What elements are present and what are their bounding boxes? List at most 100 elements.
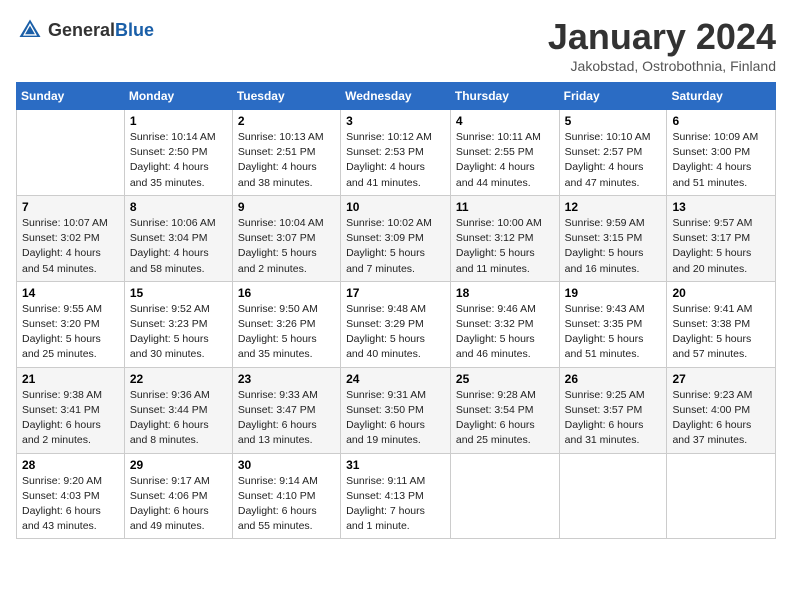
cell-info: Sunrise: 9:46 AM Sunset: 3:32 PM Dayligh…	[456, 302, 554, 363]
calendar-cell: 17 Sunrise: 9:48 AM Sunset: 3:29 PM Dayli…	[341, 281, 451, 367]
cell-info: Sunrise: 10:14 AM Sunset: 2:50 PM Daylig…	[130, 130, 227, 191]
cell-info: Sunrise: 9:28 AM Sunset: 3:54 PM Dayligh…	[456, 388, 554, 449]
calendar-cell	[17, 110, 125, 196]
day-number: 31	[346, 458, 445, 472]
cell-info: Sunrise: 9:38 AM Sunset: 3:41 PM Dayligh…	[22, 388, 119, 449]
cell-info: Sunrise: 10:00 AM Sunset: 3:12 PM Daylig…	[456, 216, 554, 277]
calendar-cell: 27 Sunrise: 9:23 AM Sunset: 4:00 PM Dayli…	[667, 367, 776, 453]
day-number: 4	[456, 114, 554, 128]
logo-text-blue: Blue	[115, 20, 154, 40]
cell-info: Sunrise: 9:31 AM Sunset: 3:50 PM Dayligh…	[346, 388, 445, 449]
cell-info: Sunrise: 10:10 AM Sunset: 2:57 PM Daylig…	[565, 130, 662, 191]
page-header: GeneralBlue January 2024 Jakobstad, Ostr…	[16, 16, 776, 74]
cell-info: Sunrise: 10:07 AM Sunset: 3:02 PM Daylig…	[22, 216, 119, 277]
calendar-cell: 6 Sunrise: 10:09 AM Sunset: 3:00 PM Dayli…	[667, 110, 776, 196]
calendar-cell: 7 Sunrise: 10:07 AM Sunset: 3:02 PM Dayli…	[17, 195, 125, 281]
cell-info: Sunrise: 9:33 AM Sunset: 3:47 PM Dayligh…	[238, 388, 335, 449]
cell-info: Sunrise: 9:52 AM Sunset: 3:23 PM Dayligh…	[130, 302, 227, 363]
calendar-cell: 21 Sunrise: 9:38 AM Sunset: 3:41 PM Dayli…	[17, 367, 125, 453]
calendar-cell: 24 Sunrise: 9:31 AM Sunset: 3:50 PM Dayli…	[341, 367, 451, 453]
day-number: 20	[672, 286, 770, 300]
calendar-cell: 23 Sunrise: 9:33 AM Sunset: 3:47 PM Dayli…	[232, 367, 340, 453]
cell-info: Sunrise: 9:59 AM Sunset: 3:15 PM Dayligh…	[565, 216, 662, 277]
weekday-header-tuesday: Tuesday	[232, 83, 340, 110]
cell-info: Sunrise: 10:02 AM Sunset: 3:09 PM Daylig…	[346, 216, 445, 277]
cell-info: Sunrise: 9:50 AM Sunset: 3:26 PM Dayligh…	[238, 302, 335, 363]
calendar-cell: 20 Sunrise: 9:41 AM Sunset: 3:38 PM Dayli…	[667, 281, 776, 367]
day-number: 23	[238, 372, 335, 386]
day-number: 8	[130, 200, 227, 214]
day-number: 14	[22, 286, 119, 300]
cell-info: Sunrise: 10:06 AM Sunset: 3:04 PM Daylig…	[130, 216, 227, 277]
title-block: January 2024 Jakobstad, Ostrobothnia, Fi…	[548, 16, 776, 74]
logo-text-general: General	[48, 20, 115, 40]
location-title: Jakobstad, Ostrobothnia, Finland	[548, 58, 776, 74]
calendar-cell: 25 Sunrise: 9:28 AM Sunset: 3:54 PM Dayli…	[450, 367, 559, 453]
day-number: 17	[346, 286, 445, 300]
calendar-cell: 9Sunrise: 10:04 AM Sunset: 3:07 PM Dayli…	[232, 195, 340, 281]
cell-info: Sunrise: 9:57 AM Sunset: 3:17 PM Dayligh…	[672, 216, 770, 277]
calendar-cell: 14 Sunrise: 9:55 AM Sunset: 3:20 PM Dayli…	[17, 281, 125, 367]
day-number: 28	[22, 458, 119, 472]
day-number: 6	[672, 114, 770, 128]
cell-info: Sunrise: 9:14 AM Sunset: 4:10 PM Dayligh…	[238, 474, 335, 535]
day-number: 24	[346, 372, 445, 386]
day-number: 21	[22, 372, 119, 386]
calendar-cell: 29Sunrise: 9:17 AM Sunset: 4:06 PM Dayli…	[124, 453, 232, 539]
calendar-cell: 10 Sunrise: 10:02 AM Sunset: 3:09 PM Dayl…	[341, 195, 451, 281]
calendar-cell: 1 Sunrise: 10:14 AM Sunset: 2:50 PM Dayli…	[124, 110, 232, 196]
weekday-header-sunday: Sunday	[17, 83, 125, 110]
calendar-cell: 4 Sunrise: 10:11 AM Sunset: 2:55 PM Dayli…	[450, 110, 559, 196]
cell-info: Sunrise: 10:13 AM Sunset: 2:51 PM Daylig…	[238, 130, 335, 191]
logo: GeneralBlue	[16, 16, 154, 44]
calendar-cell: 15 Sunrise: 9:52 AM Sunset: 3:23 PM Dayli…	[124, 281, 232, 367]
day-number: 10	[346, 200, 445, 214]
day-number: 29	[130, 458, 227, 472]
cell-info: Sunrise: 10:12 AM Sunset: 2:53 PM Daylig…	[346, 130, 445, 191]
cell-info: Sunrise: 10:04 AM Sunset: 3:07 PM Daylig…	[238, 216, 335, 277]
calendar-cell: 13Sunrise: 9:57 AM Sunset: 3:17 PM Dayli…	[667, 195, 776, 281]
day-number: 27	[672, 372, 770, 386]
cell-info: Sunrise: 9:48 AM Sunset: 3:29 PM Dayligh…	[346, 302, 445, 363]
day-number: 1	[130, 114, 227, 128]
calendar-cell: 11Sunrise: 10:00 AM Sunset: 3:12 PM Dayl…	[450, 195, 559, 281]
day-number: 26	[565, 372, 662, 386]
cell-info: Sunrise: 9:23 AM Sunset: 4:00 PM Dayligh…	[672, 388, 770, 449]
day-number: 19	[565, 286, 662, 300]
month-title: January 2024	[548, 16, 776, 58]
day-number: 5	[565, 114, 662, 128]
cell-info: Sunrise: 10:09 AM Sunset: 3:00 PM Daylig…	[672, 130, 770, 191]
day-number: 15	[130, 286, 227, 300]
cell-info: Sunrise: 9:41 AM Sunset: 3:38 PM Dayligh…	[672, 302, 770, 363]
cell-info: Sunrise: 9:43 AM Sunset: 3:35 PM Dayligh…	[565, 302, 662, 363]
day-number: 30	[238, 458, 335, 472]
calendar-cell: 31 Sunrise: 9:11 AM Sunset: 4:13 PM Dayli…	[341, 453, 451, 539]
weekday-header-monday: Monday	[124, 83, 232, 110]
calendar-table: SundayMondayTuesdayWednesdayThursdayFrid…	[16, 82, 776, 539]
day-number: 25	[456, 372, 554, 386]
calendar-cell: 5 Sunrise: 10:10 AM Sunset: 2:57 PM Dayli…	[559, 110, 667, 196]
logo-icon	[16, 16, 44, 44]
day-number: 2	[238, 114, 335, 128]
day-number: 18	[456, 286, 554, 300]
calendar-cell: 22 Sunrise: 9:36 AM Sunset: 3:44 PM Dayli…	[124, 367, 232, 453]
calendar-cell: 3Sunrise: 10:12 AM Sunset: 2:53 PM Dayli…	[341, 110, 451, 196]
calendar-cell: 12Sunrise: 9:59 AM Sunset: 3:15 PM Dayli…	[559, 195, 667, 281]
cell-info: Sunrise: 9:36 AM Sunset: 3:44 PM Dayligh…	[130, 388, 227, 449]
calendar-cell: 30 Sunrise: 9:14 AM Sunset: 4:10 PM Dayli…	[232, 453, 340, 539]
cell-info: Sunrise: 9:11 AM Sunset: 4:13 PM Dayligh…	[346, 474, 445, 535]
calendar-cell	[559, 453, 667, 539]
cell-info: Sunrise: 10:11 AM Sunset: 2:55 PM Daylig…	[456, 130, 554, 191]
calendar-cell: 19 Sunrise: 9:43 AM Sunset: 3:35 PM Dayli…	[559, 281, 667, 367]
cell-info: Sunrise: 9:20 AM Sunset: 4:03 PM Dayligh…	[22, 474, 119, 535]
day-number: 7	[22, 200, 119, 214]
calendar-cell: 2 Sunrise: 10:13 AM Sunset: 2:51 PM Dayli…	[232, 110, 340, 196]
calendar-cell: 16Sunrise: 9:50 AM Sunset: 3:26 PM Dayli…	[232, 281, 340, 367]
calendar-cell: 26Sunrise: 9:25 AM Sunset: 3:57 PM Dayli…	[559, 367, 667, 453]
calendar-cell	[667, 453, 776, 539]
day-number: 22	[130, 372, 227, 386]
calendar-cell: 18 Sunrise: 9:46 AM Sunset: 3:32 PM Dayli…	[450, 281, 559, 367]
cell-info: Sunrise: 9:55 AM Sunset: 3:20 PM Dayligh…	[22, 302, 119, 363]
calendar-cell: 28 Sunrise: 9:20 AM Sunset: 4:03 PM Dayli…	[17, 453, 125, 539]
calendar-cell	[450, 453, 559, 539]
